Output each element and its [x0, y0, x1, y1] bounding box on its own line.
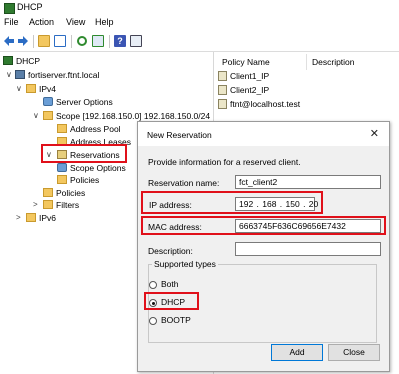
reservations-highlight [41, 144, 127, 163]
radio-both[interactable] [149, 281, 157, 289]
tree-node-filters[interactable]: Filters [43, 199, 79, 211]
tree-node-ipv6[interactable]: IPv6 [26, 212, 56, 224]
dialog-intro-text: Provide information for a reserved clien… [148, 157, 301, 167]
properties-icon[interactable] [130, 35, 142, 47]
menu-bar: File Action View Help [0, 15, 399, 31]
menu-help[interactable]: Help [95, 17, 114, 27]
radio-bootp-label[interactable]: BOOTP [161, 315, 191, 325]
scope-folder-icon [43, 111, 53, 120]
ipv6-folder-icon [26, 213, 36, 222]
policy-icon [218, 71, 227, 81]
new-reservation-dialog: New Reservation ✕ Provide information fo… [137, 121, 390, 372]
tree-node-ipv4[interactable]: IPv4 [26, 83, 56, 95]
chevron-down-icon[interactable]: ∨ [33, 111, 39, 120]
menu-view[interactable]: View [66, 17, 85, 27]
chevron-right-icon[interactable]: > [16, 213, 21, 222]
window-title: DHCP [17, 2, 43, 12]
forward-arrow-icon[interactable] [17, 35, 29, 47]
tree-node-server[interactable]: fortiserver.ftnt.local [15, 69, 99, 81]
tree-node-dhcp[interactable]: DHCP [3, 55, 40, 67]
policy-icon [218, 99, 227, 109]
tree-node-server-options[interactable]: Server Options [43, 96, 113, 108]
add-button[interactable]: Add [271, 344, 323, 361]
chevron-down-icon[interactable]: ∨ [6, 70, 12, 79]
show-hide-tree-icon[interactable] [54, 35, 66, 47]
tree-node-policies[interactable]: Policies [43, 187, 85, 199]
column-divider[interactable] [306, 54, 307, 70]
menu-file[interactable]: File [4, 17, 19, 27]
folder-up-icon[interactable] [38, 35, 50, 47]
export-icon[interactable] [92, 35, 104, 47]
close-icon[interactable]: ✕ [370, 127, 379, 140]
policies-icon [57, 175, 67, 184]
toolbar-separator [33, 35, 34, 48]
column-header-description[interactable]: Description [312, 57, 355, 67]
address-pool-icon [57, 124, 67, 133]
help-icon[interactable]: ? [114, 35, 126, 47]
reservation-name-input[interactable]: fct_client2 [235, 175, 381, 189]
supported-types-label: Supported types [152, 259, 218, 269]
menu-action[interactable]: Action [29, 17, 54, 27]
column-header-policy-name[interactable]: Policy Name [222, 57, 270, 67]
policy-icon [218, 85, 227, 95]
description-input[interactable] [235, 242, 381, 256]
tree-node-scope-policies[interactable]: Policies [57, 174, 99, 186]
dhcp-app-icon [4, 3, 15, 14]
title-bar: DHCP [0, 0, 399, 15]
filters-icon [43, 200, 53, 209]
description-label: Description: [148, 246, 193, 256]
chevron-down-icon[interactable]: ∨ [16, 84, 22, 93]
policies-icon [43, 188, 53, 197]
list-item[interactable]: ftnt@localhost.test [218, 98, 300, 111]
list-item[interactable]: Client2_IP [218, 84, 269, 97]
toolbar-separator [71, 35, 72, 48]
chevron-right-icon[interactable]: > [33, 200, 38, 209]
dialog-title: New Reservation [147, 130, 212, 140]
dialog-title-bar: New Reservation ✕ [138, 122, 389, 146]
options-icon [57, 163, 67, 172]
mac-address-highlight [141, 216, 386, 235]
dhcp-icon [3, 56, 13, 65]
ip-address-highlight [141, 191, 323, 214]
toolbar-separator [109, 35, 110, 48]
back-arrow-icon[interactable] [3, 35, 15, 47]
reservation-name-label: Reservation name: [148, 178, 220, 188]
tree-node-scope-options[interactable]: Scope Options [57, 162, 126, 174]
server-icon [15, 70, 25, 79]
dhcp-option-highlight [144, 292, 199, 310]
close-button[interactable]: Close [328, 344, 380, 361]
list-item[interactable]: Client1_IP [218, 70, 269, 83]
tree-node-address-pool[interactable]: Address Pool [57, 123, 121, 135]
radio-bootp[interactable] [149, 317, 157, 325]
ipv4-folder-icon [26, 84, 36, 93]
options-icon [43, 97, 53, 106]
radio-both-label[interactable]: Both [161, 279, 179, 289]
toolbar: ? [0, 31, 399, 52]
refresh-icon[interactable] [76, 35, 88, 47]
